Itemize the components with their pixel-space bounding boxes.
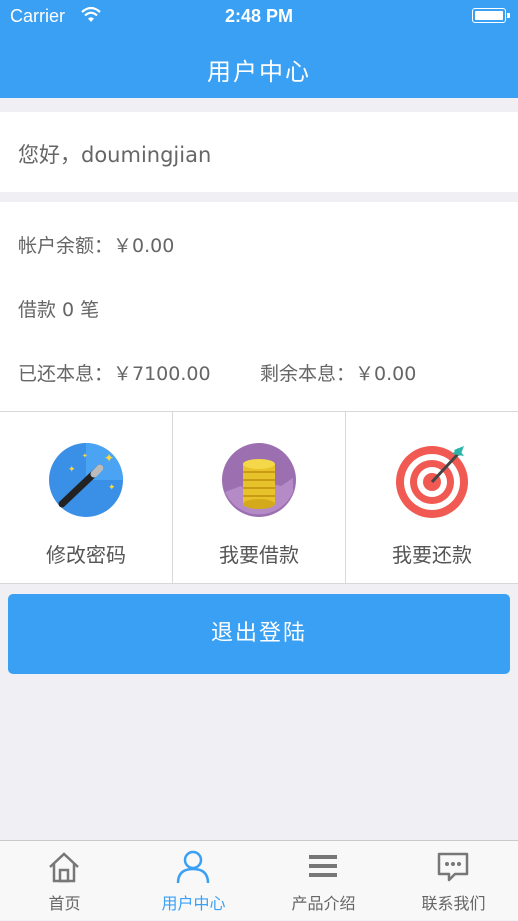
battery-icon <box>472 8 510 23</box>
menu-icon <box>309 855 337 877</box>
tab-home[interactable]: 首页 <box>0 841 129 921</box>
action-label: 修改密码 <box>46 543 126 567</box>
header: Carrier 2:48 PM 用户中心 <box>0 0 518 98</box>
coins-icon <box>222 443 296 517</box>
repay-button[interactable]: 我要还款 <box>346 412 518 584</box>
tab-label: 首页 <box>48 894 81 913</box>
svg-text:✦: ✦ <box>82 452 88 460</box>
tab-bar: 首页 用户中心 产品介绍 联系我们 <box>0 840 518 920</box>
change-password-button[interactable]: ✦ ✦ ✦ ✦ 修改密码 <box>0 412 173 584</box>
logout-button[interactable]: 退出登陆 <box>8 594 510 674</box>
action-label: 我要还款 <box>392 543 472 567</box>
tab-contact[interactable]: 联系我们 <box>389 841 518 921</box>
action-label: 我要借款 <box>219 543 299 567</box>
chat-icon <box>437 852 469 882</box>
user-icon <box>176 850 210 884</box>
tab-user-center[interactable]: 用户中心 <box>129 841 258 921</box>
repaid-text: 已还本息：￥7100.00 <box>18 363 211 385</box>
home-icon <box>49 852 79 883</box>
target-icon <box>396 446 468 518</box>
tab-label: 产品介绍 <box>291 894 356 913</box>
account-info: 帐户余额：￥0.00 借款 0 笔 已还本息：￥7100.00 剩余本息：￥0.… <box>0 202 518 411</box>
loan-count-text: 借款 0 笔 <box>18 299 100 321</box>
balance-text: 帐户余额：￥0.00 <box>18 235 175 257</box>
magic-wand-icon: ✦ ✦ ✦ ✦ <box>49 443 123 517</box>
status-bar: Carrier 2:48 PM <box>0 0 518 34</box>
tab-products[interactable]: 产品介绍 <box>259 841 388 921</box>
action-grid: ✦ ✦ ✦ ✦ 修改密码 我要借款 我要还款 <box>0 411 518 584</box>
clock: 2:48 PM <box>224 6 294 26</box>
tab-label: 用户中心 <box>161 894 226 913</box>
remaining-text: 剩余本息：￥0.00 <box>260 363 417 385</box>
borrow-button[interactable]: 我要借款 <box>173 412 346 584</box>
svg-text:✦: ✦ <box>68 465 76 475</box>
greeting-text: 您好，doumingjian <box>18 143 212 167</box>
svg-text:✦: ✦ <box>104 451 114 465</box>
greeting-panel: 您好，doumingjian <box>0 112 518 192</box>
svg-text:✦: ✦ <box>108 483 116 493</box>
page-title: 用户中心 <box>207 58 311 86</box>
tab-label: 联系我们 <box>421 894 486 913</box>
